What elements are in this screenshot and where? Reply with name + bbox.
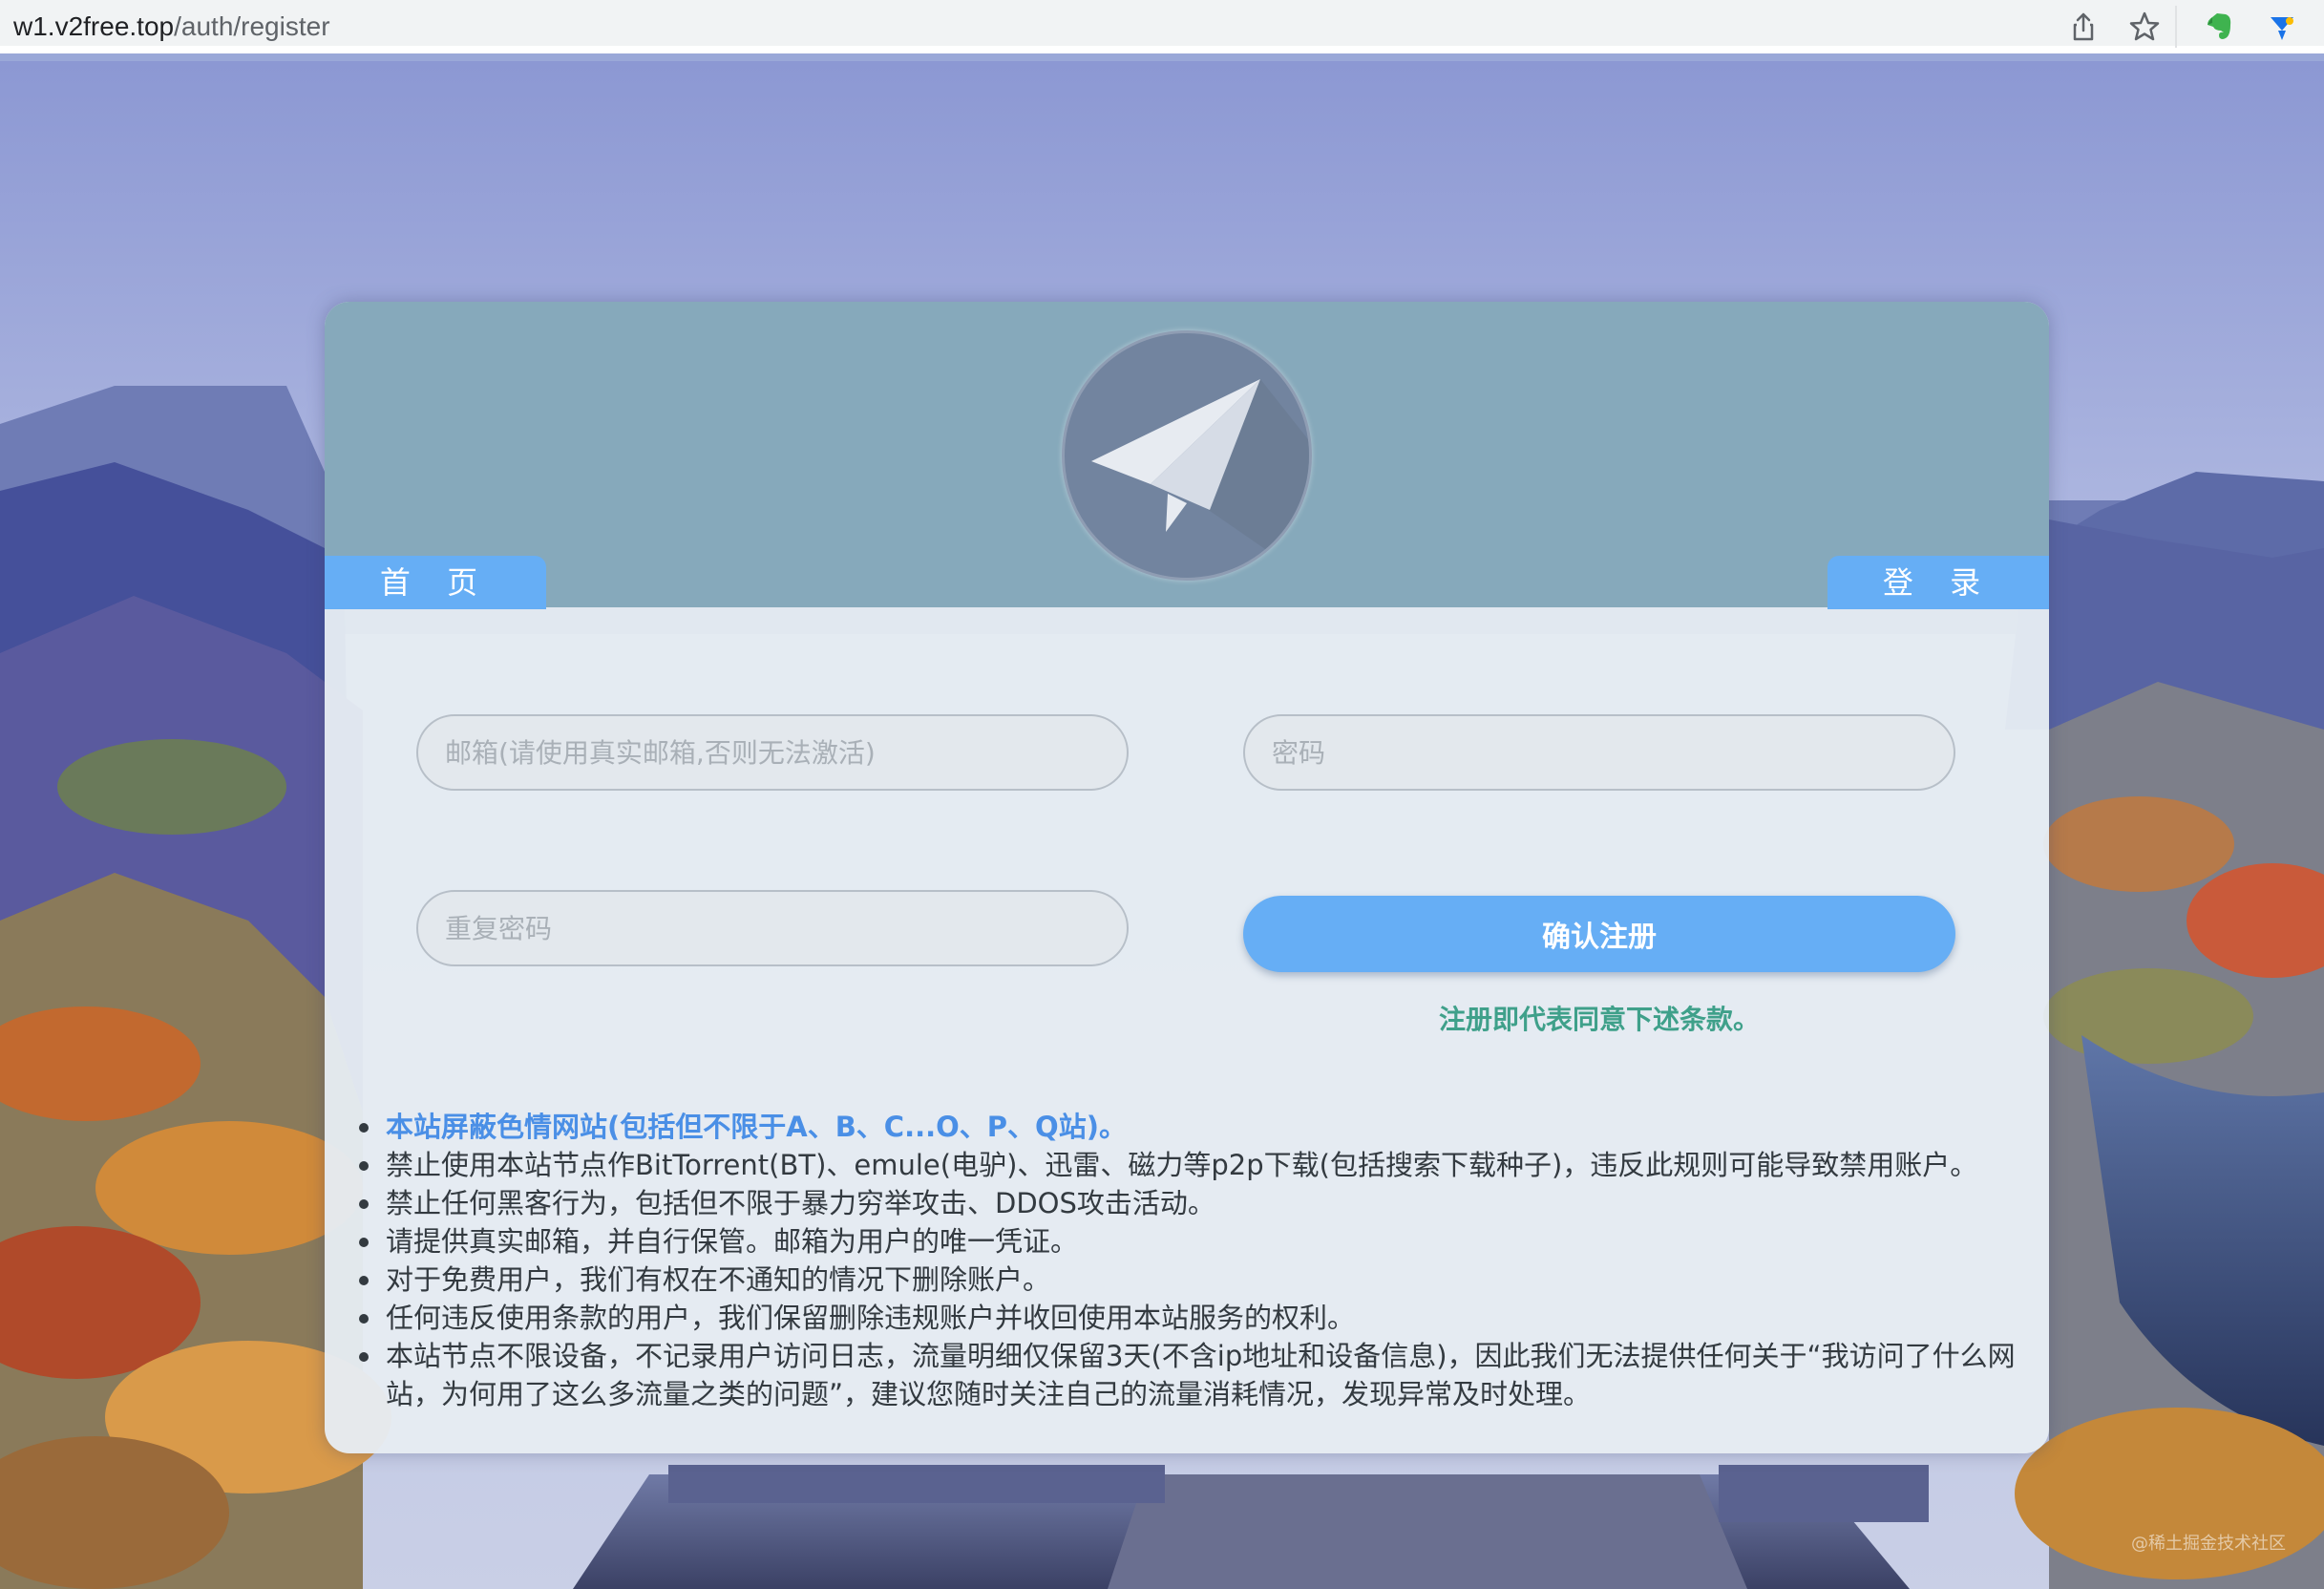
list-item: 任何违反使用条款的用户，我们保留删除违规账户并收回使用本站服务的权利。 bbox=[353, 1299, 2034, 1337]
password-field[interactable] bbox=[1243, 714, 1955, 791]
url-host: w1.v2free.top bbox=[13, 11, 175, 41]
url-field[interactable]: w1.v2free.top/auth/register bbox=[13, 8, 330, 46]
list-item: 对于免费用户，我们有权在不通知的情况下删除账户。 bbox=[353, 1261, 2034, 1299]
share-icon[interactable] bbox=[2066, 10, 2101, 44]
tab-login[interactable]: 登 录 bbox=[1828, 556, 2049, 609]
paper-plane-icon bbox=[1062, 330, 1312, 581]
list-item: 禁止使用本站节点作BitTorrent(BT)、emule(电驴)、迅雷、磁力等… bbox=[353, 1146, 2034, 1184]
repeat-password-field[interactable] bbox=[416, 890, 1129, 966]
list-item: 请提供真实邮箱，并自行保管。邮箱为用户的唯一凭证。 bbox=[353, 1222, 2034, 1261]
register-button[interactable]: 确认注册 bbox=[1243, 896, 1955, 972]
evernote-icon[interactable] bbox=[2202, 10, 2236, 44]
browser-address-bar: w1.v2free.top/auth/register bbox=[0, 0, 2324, 53]
tab-home[interactable]: 首 页 bbox=[325, 556, 546, 609]
list-item: 禁止任何黑客行为，包括但不限于暴力穷举攻击、DDOS攻击活动。 bbox=[353, 1184, 2034, 1222]
star-icon[interactable] bbox=[2127, 10, 2162, 44]
url-path: /auth/register bbox=[174, 11, 330, 41]
watermark: @稀土掘金技术社区 bbox=[2131, 1534, 2286, 1554]
toolbar-separator bbox=[2175, 6, 2177, 48]
register-card: 首 页 登 录 确认注册 注册即代表同意下述条款。 本站屏蔽色情网站(包括但不限… bbox=[325, 302, 2049, 1453]
terms-list: 本站屏蔽色情网站(包括但不限于A、B、C...O、P、Q站)。 禁止使用本站节点… bbox=[353, 1108, 2034, 1413]
email-field[interactable] bbox=[416, 714, 1129, 791]
card-header: 首 页 登 录 bbox=[325, 302, 2049, 609]
list-item: 本站节点不限设备，不记录用户访问日志，流量明细仅保留3天(不含ip地址和设备信息… bbox=[353, 1337, 2034, 1413]
extension-icon[interactable] bbox=[2265, 10, 2299, 44]
agree-notice: 注册即代表同意下述条款。 bbox=[1438, 1004, 1760, 1035]
list-item: 本站屏蔽色情网站(包括但不限于A、B、C...O、P、Q站)。 bbox=[353, 1108, 2034, 1146]
